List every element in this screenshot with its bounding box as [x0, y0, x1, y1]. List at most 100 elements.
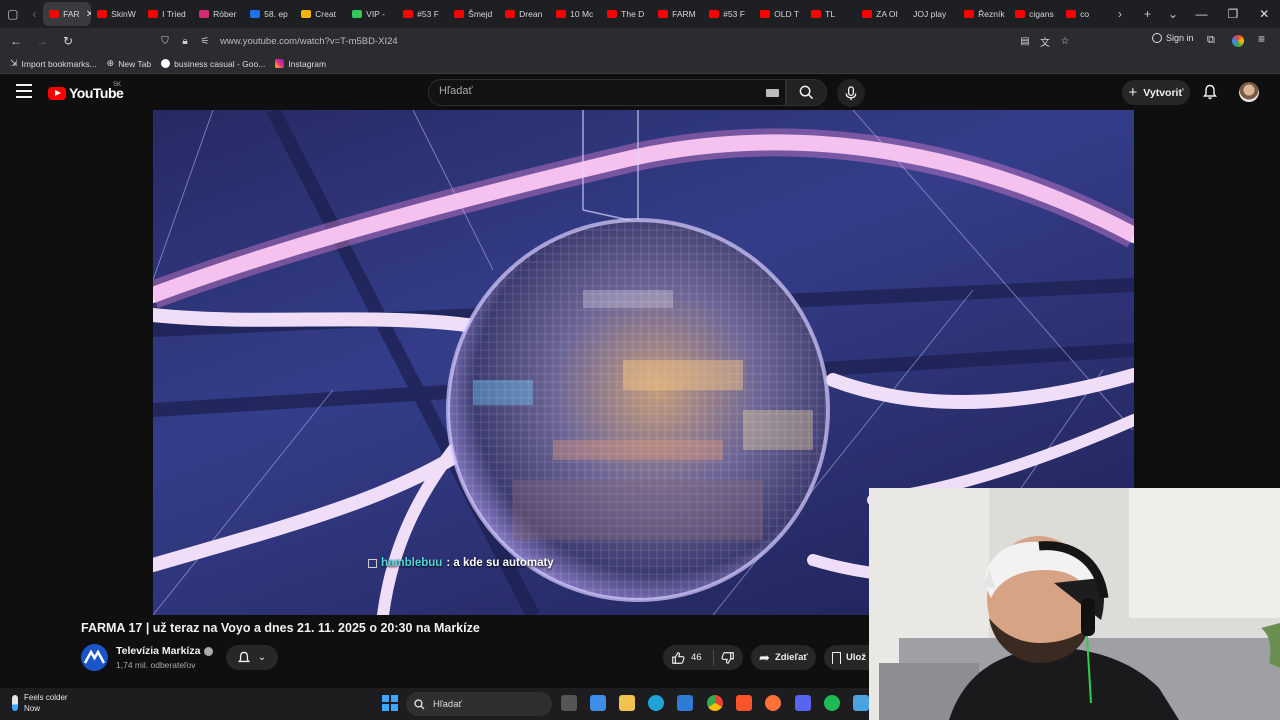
- bookmarks-bar: ⇲ Import bookmarks... ⊕ New Tab business c…: [0, 54, 1280, 74]
- browser-tab[interactable]: The D: [601, 2, 652, 26]
- browser-menu-icon[interactable]: ≡: [1258, 32, 1265, 46]
- notifications-button[interactable]: [1200, 82, 1220, 102]
- address-bar[interactable]: ⛉ 🔒︎ ⚟ www.youtube.com/watch?v=T-m5BD-XI…: [152, 31, 1072, 51]
- spotify-icon[interactable]: [824, 695, 840, 711]
- tab-label: VIP -: [366, 9, 385, 19]
- browser-tab[interactable]: #53 F: [397, 2, 448, 26]
- discord-icon[interactable]: [795, 695, 811, 711]
- voice-search-button[interactable]: [837, 79, 865, 107]
- channel-name[interactable]: Televízia Markíza: [116, 645, 214, 657]
- translate-icon[interactable]: 文: [1038, 34, 1052, 49]
- tab-label: Šmejd: [468, 9, 493, 19]
- import-icon: ⇲: [10, 58, 18, 68]
- subscription-bell-button[interactable]: ⌄: [226, 645, 278, 670]
- search-box: [428, 79, 786, 106]
- channel-avatar[interactable]: [81, 644, 108, 671]
- close-window-icon[interactable]: ✕: [1249, 0, 1280, 28]
- tab-actions-icon[interactable]: ▢: [0, 1, 26, 27]
- task-view-icon[interactable]: [561, 695, 577, 711]
- sign-in-button[interactable]: Sign in: [1152, 33, 1194, 43]
- tab-favicon-icon: [403, 10, 414, 18]
- extensions-icon[interactable]: ⧉: [1207, 34, 1221, 48]
- minimize-icon[interactable]: —: [1186, 0, 1217, 28]
- browser-tab[interactable]: VIP -: [346, 2, 397, 26]
- browser-tab[interactable]: 58. ep: [244, 2, 295, 26]
- reload-icon[interactable]: ↻: [56, 29, 80, 53]
- browser-tab[interactable]: co: [1060, 2, 1111, 26]
- save-button[interactable]: Ulož: [824, 645, 869, 670]
- browser-tab[interactable]: Řezník: [958, 2, 1009, 26]
- browser-tab[interactable]: Šmejd: [448, 2, 499, 26]
- create-label: Vytvoriť: [1143, 86, 1184, 99]
- browser-tab[interactable]: ZA OI: [856, 2, 907, 26]
- bookmark-import[interactable]: ⇲ Import bookmarks...: [10, 58, 97, 69]
- plus-icon: +: [1128, 84, 1138, 101]
- search-input[interactable]: [439, 85, 739, 97]
- hamburger-menu-icon[interactable]: [16, 84, 32, 98]
- new-tab-icon[interactable]: +: [1135, 1, 1161, 27]
- browser-tab[interactable]: OLD T: [754, 2, 805, 26]
- file-explorer-icon[interactable]: [619, 695, 635, 711]
- photos-icon[interactable]: [677, 695, 693, 711]
- tab-label: Drean: [519, 9, 543, 19]
- tab-favicon-icon: [658, 10, 669, 18]
- url-text[interactable]: www.youtube.com/watch?v=T-m5BD-XI24: [220, 36, 398, 47]
- channel-name-text[interactable]: Televízia Markíza: [116, 645, 200, 657]
- share-label: Zdieľať: [774, 652, 808, 663]
- bookmark-star-icon[interactable]: ☆: [1058, 34, 1072, 48]
- chat-overlay: hamblebuu : a kde su automaty: [368, 557, 554, 569]
- browser-tab[interactable]: cigans: [1009, 2, 1060, 26]
- search-button[interactable]: [786, 79, 827, 106]
- create-button[interactable]: + Vytvoriť: [1122, 80, 1190, 105]
- tab-scroll-right-icon[interactable]: ›: [1111, 1, 1129, 27]
- like-button[interactable]: 46: [663, 651, 713, 665]
- account-avatar[interactable]: [1239, 82, 1259, 102]
- tab-label: JOJ play: [913, 9, 947, 19]
- back-icon[interactable]: ←: [4, 29, 28, 53]
- tab-favicon-icon: [1066, 10, 1077, 18]
- webcam-overlay: [869, 488, 1280, 720]
- taskbar-search[interactable]: Hľadať: [406, 692, 552, 716]
- brave-icon[interactable]: [736, 695, 752, 711]
- browser-tab[interactable]: Drean: [499, 2, 550, 26]
- browser-tab-strip: ▢ ‹ FAR ✕ SkinW I Tried Róber 58. ep Creat VIP …: [0, 0, 1280, 28]
- forward-icon[interactable]: →: [30, 29, 54, 53]
- browser-tab[interactable]: #53 F: [703, 2, 754, 26]
- shield-icon[interactable]: ⛉: [158, 34, 172, 48]
- reader-view-icon[interactable]: ▤: [1018, 34, 1032, 48]
- browser-tab[interactable]: FARM: [652, 2, 703, 26]
- firefox-icon[interactable]: [765, 695, 781, 711]
- browser-tab[interactable]: 10 Mc: [550, 2, 601, 26]
- subscriber-count: 1,74 mil. odberateľov: [116, 660, 196, 670]
- bookmark-new-tab[interactable]: ⊕ New Tab: [107, 58, 151, 69]
- tab-search-chevron-icon[interactable]: ⌄: [1160, 1, 1186, 27]
- store-icon[interactable]: [590, 695, 606, 711]
- tab-label: SkinW: [111, 9, 136, 19]
- browser-tab[interactable]: I Tried: [142, 2, 193, 26]
- browser-tab[interactable]: Róber: [193, 2, 244, 26]
- browser-ai-icon[interactable]: [1232, 35, 1244, 47]
- site-settings-icon[interactable]: ⚟: [198, 34, 212, 48]
- keyboard-icon[interactable]: [766, 89, 779, 97]
- edge-icon[interactable]: [648, 695, 664, 711]
- bookmark-instagram[interactable]: Instagram: [275, 59, 326, 69]
- weather-widget[interactable]: Feels colder Now: [12, 692, 68, 714]
- bookmark-google[interactable]: business casual - Goo...: [161, 59, 265, 69]
- youtube-play-icon: [48, 86, 66, 100]
- notepad-icon[interactable]: [853, 695, 869, 711]
- taskbar-search-label: Hľadať: [433, 698, 463, 710]
- tab-label: The D: [621, 9, 645, 19]
- chrome-icon[interactable]: [707, 695, 723, 711]
- browser-tab[interactable]: Creat: [295, 2, 346, 26]
- browser-tab[interactable]: JOJ play: [907, 2, 958, 26]
- dislike-button[interactable]: [713, 649, 741, 666]
- windows-start-icon[interactable]: [382, 695, 398, 711]
- browser-tab[interactable]: SkinW: [91, 2, 142, 26]
- tab-scroll-left-icon[interactable]: ‹: [26, 1, 44, 27]
- tab-active[interactable]: FAR ✕: [43, 2, 92, 26]
- share-button[interactable]: ➦ Zdieľať: [751, 645, 816, 670]
- lock-icon[interactable]: 🔒︎: [178, 34, 192, 48]
- browser-tab[interactable]: TL: [805, 2, 856, 26]
- restore-icon[interactable]: ❐: [1217, 0, 1248, 28]
- tab-label: 58. ep: [264, 9, 288, 19]
